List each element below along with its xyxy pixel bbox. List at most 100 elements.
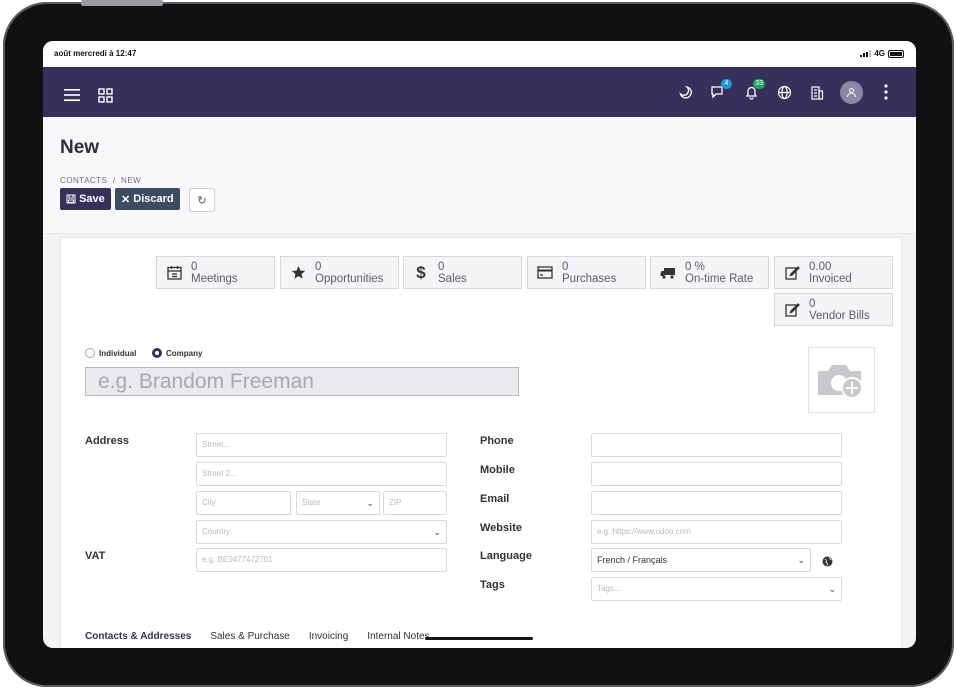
more-vertical-icon[interactable]: [876, 80, 896, 104]
website-label: Website: [480, 522, 522, 534]
user-avatar[interactable]: [840, 80, 863, 104]
stat-value: 0: [562, 260, 569, 273]
language-label: Language: [480, 550, 532, 562]
battery-icon: [888, 49, 904, 58]
street2-input[interactable]: Street 2...: [196, 462, 447, 486]
tags-label: Tags: [480, 579, 505, 591]
calendar-icon: [157, 265, 191, 280]
radio-individual[interactable]: Individual: [85, 348, 136, 358]
edit-icon: [775, 265, 809, 280]
language-select[interactable]: French / Français ⌄: [591, 548, 811, 572]
tab-contacts-addresses[interactable]: Contacts & Addresses: [85, 631, 191, 642]
state-select[interactable]: State ⌄: [296, 491, 380, 515]
status-time: août mercredi à 12:47: [54, 49, 137, 58]
phone-label: Phone: [480, 435, 514, 447]
stat-invoiced[interactable]: 0.00 Invoiced: [774, 256, 893, 289]
bell-icon[interactable]: 33: [741, 79, 765, 104]
stat-value: 0: [809, 297, 816, 310]
stat-value: 0: [438, 260, 445, 273]
edit-icon: [775, 302, 809, 317]
chevron-down-icon: ⌄: [366, 498, 374, 508]
stat-purchases[interactable]: 0 Purchases: [527, 256, 646, 289]
messages-badge: 4: [721, 79, 732, 89]
radio-circle[interactable]: [85, 348, 95, 358]
save-button[interactable]: Save: [60, 188, 111, 210]
email-input[interactable]: [591, 491, 842, 515]
chevron-down-icon: ⌄: [797, 555, 805, 565]
messages-icon[interactable]: 4: [708, 79, 732, 104]
stat-label: Meetings: [191, 272, 238, 285]
refresh-icon: ↻: [197, 194, 207, 207]
tab-sales-purchase[interactable]: Sales & Purchase: [210, 631, 290, 642]
star-icon: [281, 265, 315, 280]
top-navbar: 4 33: [43, 67, 916, 117]
language-value: French / Français: [597, 555, 668, 565]
city-input[interactable]: City: [196, 491, 291, 515]
moon-icon[interactable]: [675, 80, 695, 104]
stat-value: 0 %: [685, 260, 705, 273]
screen: août mercredi à 12:47 4G 4 33 New CONTAC…: [43, 41, 916, 648]
tab-internal-notes[interactable]: Internal Notes: [367, 631, 429, 642]
stat-vendor-bills[interactable]: 0 Vendor Bills: [774, 293, 893, 326]
language-globe-icon[interactable]: [822, 554, 833, 572]
vat-label: VAT: [85, 550, 106, 562]
photo-upload[interactable]: [808, 347, 875, 413]
zip-input[interactable]: ZIP: [383, 491, 447, 515]
globe-icon[interactable]: [774, 80, 794, 104]
stat-label: Sales: [438, 272, 467, 285]
radio-label: Individual: [99, 348, 137, 358]
chevron-down-icon: ⌄: [828, 584, 836, 594]
network-label: 4G: [874, 49, 885, 58]
apps-grid-icon[interactable]: [95, 83, 115, 107]
form-sheet: 0 Meetings 0 Opportunities $ 0 Sales 0 Purch…: [60, 237, 902, 648]
stat-value: 0: [315, 260, 322, 273]
tags-input[interactable]: Tags... ⌄: [591, 577, 842, 601]
street-input[interactable]: Street...: [196, 433, 447, 457]
camera-add-icon: [818, 365, 863, 399]
website-input[interactable]: e.g. https://www.odoo.com: [591, 520, 842, 544]
stat-value: 0: [191, 260, 198, 273]
phone-input[interactable]: [591, 433, 842, 457]
dollar-icon: $: [416, 262, 426, 282]
save-label: Save: [79, 193, 105, 205]
tab-invoicing[interactable]: Invoicing: [309, 631, 348, 642]
reload-button[interactable]: ↻: [189, 188, 215, 212]
breadcrumb: CONTACTS / NEW: [60, 176, 141, 185]
home-indicator[interactable]: [425, 637, 533, 640]
stat-ontime-rate[interactable]: 0 % On-time Rate: [650, 256, 769, 289]
stat-label: Vendor Bills: [809, 309, 870, 322]
floppy-disk-icon: [66, 194, 76, 204]
stat-label: On-time Rate: [685, 272, 754, 285]
notebook-tabs: Contacts & Addresses Sales & Purchase In…: [85, 631, 430, 642]
truck-icon: [651, 267, 685, 279]
stat-meetings[interactable]: 0 Meetings: [156, 256, 275, 289]
device-button: [81, 0, 163, 6]
breadcrumb-current: NEW: [121, 176, 142, 185]
status-indicators: 4G: [860, 49, 904, 58]
radio-label: Company: [166, 348, 203, 358]
state-placeholder: State: [302, 498, 321, 507]
name-input[interactable]: e.g. Brandom Freeman: [85, 367, 519, 396]
stat-value: 0.00: [809, 260, 832, 273]
menu-icon[interactable]: [62, 83, 82, 107]
stat-opportunities[interactable]: 0 Opportunities: [280, 256, 399, 289]
breadcrumb-separator: /: [112, 176, 116, 185]
country-placeholder: Country: [202, 527, 231, 536]
chevron-down-icon: ⌄: [433, 527, 441, 537]
stat-label: Invoiced: [809, 272, 852, 285]
radio-circle-selected[interactable]: [152, 348, 162, 358]
stat-label: Purchases: [562, 272, 617, 285]
radio-company[interactable]: Company: [152, 348, 202, 358]
close-icon: ✕: [121, 193, 131, 206]
discard-button[interactable]: ✕ Discard: [115, 188, 180, 210]
page-title: New: [60, 137, 100, 158]
mobile-input[interactable]: [591, 462, 842, 486]
tags-placeholder: Tags...: [597, 584, 621, 593]
signal-icon: [860, 50, 872, 57]
company-building-icon[interactable]: [807, 80, 827, 104]
stat-label: Opportunities: [315, 272, 384, 285]
breadcrumb-contacts[interactable]: CONTACTS: [60, 176, 107, 185]
vat-input[interactable]: e.g. BE0477472701: [196, 548, 447, 572]
stat-sales[interactable]: $ 0 Sales: [403, 256, 522, 289]
country-select[interactable]: Country ⌄: [196, 520, 447, 544]
